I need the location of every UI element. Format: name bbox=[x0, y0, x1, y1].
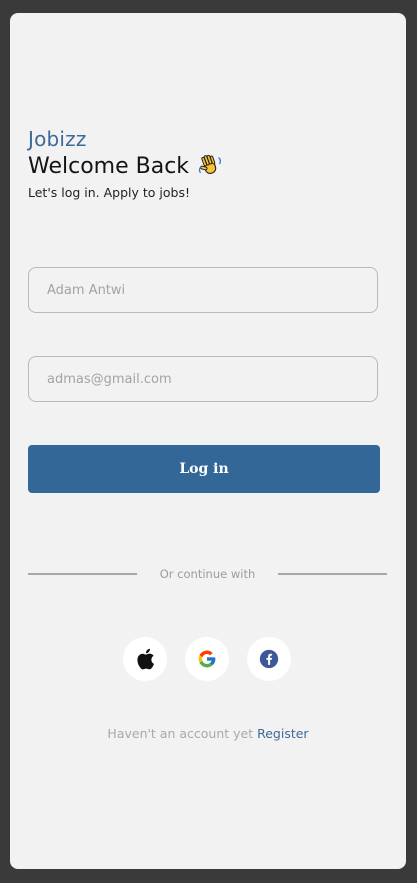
page-title-text: Welcome Back bbox=[28, 153, 190, 179]
brand-name: Jobizz bbox=[28, 127, 87, 151]
facebook-icon bbox=[259, 649, 279, 669]
name-field-wrapper bbox=[28, 267, 378, 313]
login-button[interactable]: Log in bbox=[28, 445, 380, 493]
register-row: Haven't an account yet Register bbox=[10, 726, 406, 741]
email-field-wrapper bbox=[28, 356, 378, 402]
google-icon bbox=[198, 650, 216, 668]
divider-line-right bbox=[278, 573, 387, 575]
waving-hand-icon bbox=[198, 154, 222, 175]
facebook-login-button[interactable] bbox=[247, 637, 291, 681]
divider-line-left bbox=[28, 573, 137, 575]
page-subtitle: Let's log in. Apply to jobs! bbox=[28, 185, 190, 200]
divider-text: Or continue with bbox=[159, 567, 256, 581]
name-input[interactable] bbox=[29, 268, 377, 312]
register-link[interactable]: Register bbox=[257, 726, 308, 741]
login-card: Jobizz Welcome Back Let's log in. Apply … bbox=[10, 13, 406, 869]
apple-login-button[interactable] bbox=[123, 637, 167, 681]
email-input[interactable] bbox=[29, 357, 377, 401]
apple-icon bbox=[137, 648, 154, 670]
register-prompt: Haven't an account yet bbox=[107, 726, 254, 741]
google-login-button[interactable] bbox=[185, 637, 229, 681]
page-title: Welcome Back bbox=[28, 153, 223, 179]
